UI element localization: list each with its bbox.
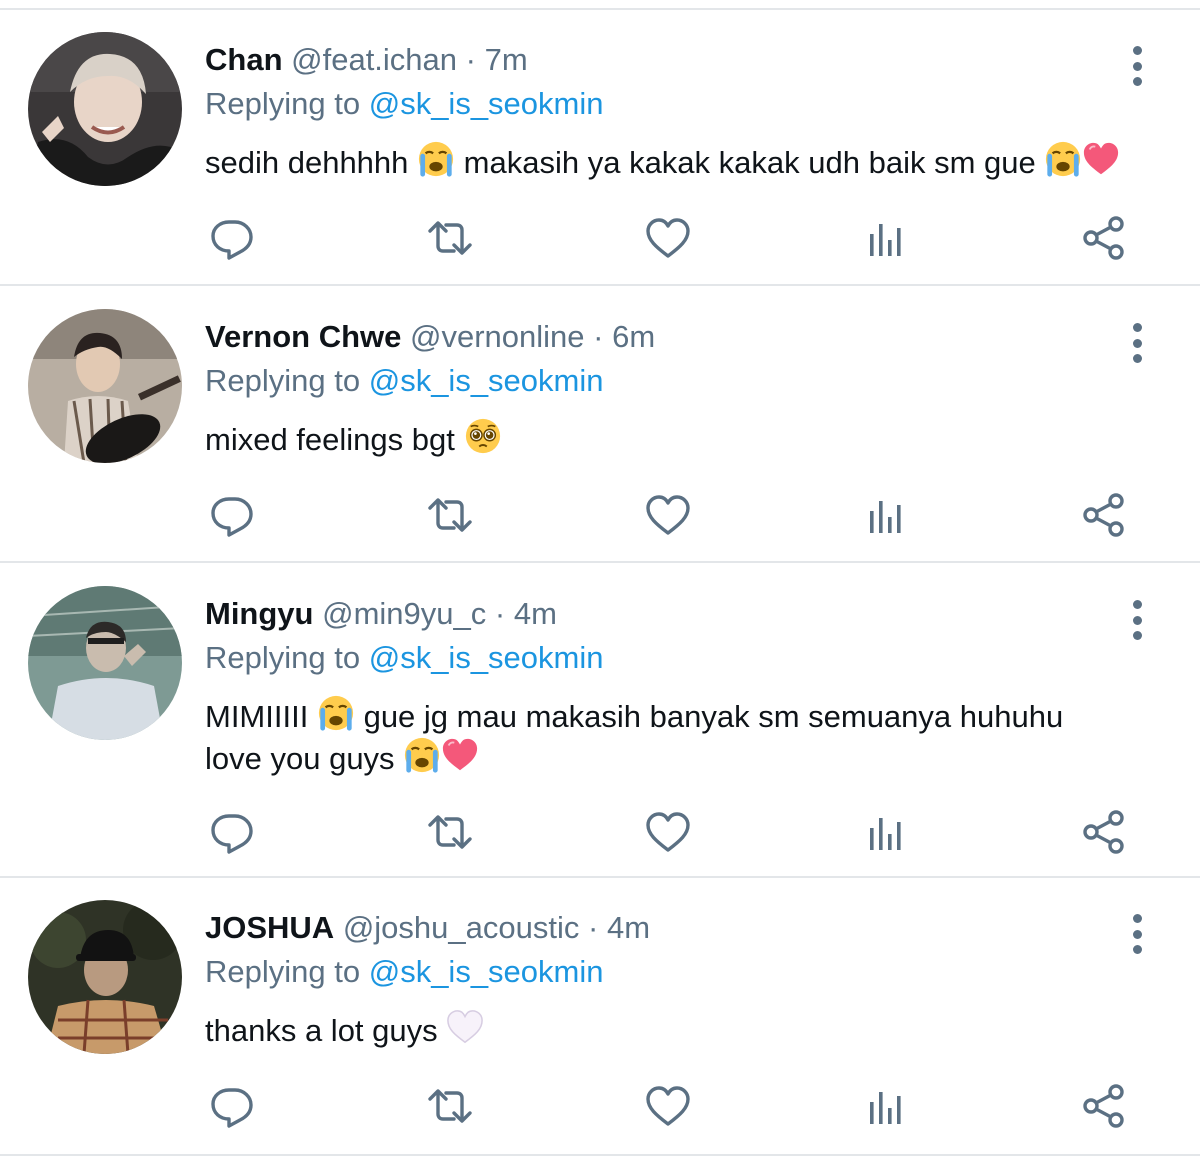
share-icon[interactable] [1080, 808, 1128, 856]
avatar[interactable] [28, 32, 182, 186]
tweet-divider [0, 876, 1200, 878]
top-divider [0, 8, 1200, 10]
retweet-icon[interactable] [426, 1082, 474, 1130]
tweet-text: sedih dehhhhh makasih ya kakak kakak udh… [205, 140, 1165, 182]
tweet-text: MIMIIIII gue jg mau makasih banyak sm se… [205, 694, 1165, 778]
tweet-actions [0, 808, 1200, 856]
user-handle[interactable]: @vernonline [410, 319, 585, 354]
analytics-icon[interactable] [862, 808, 910, 856]
tweet-header: Mingyu @min9yu_c · 4m [205, 594, 557, 634]
share-icon[interactable] [1080, 214, 1128, 262]
tweet-text-part: MIMIIIII [205, 699, 309, 734]
avatar[interactable] [28, 586, 182, 740]
display-name[interactable]: JOSHUA [205, 910, 334, 945]
retweet-icon[interactable] [426, 214, 474, 262]
replying-to: Replying to @sk_is_seokmin [205, 638, 604, 678]
reply-icon[interactable] [208, 491, 256, 539]
tweet-text-part: sedih dehhhhh [205, 145, 409, 180]
replying-to-label: Replying to [205, 954, 361, 989]
replying-to-label: Replying to [205, 86, 361, 121]
tweet-divider [0, 284, 1200, 286]
share-icon[interactable] [1080, 491, 1128, 539]
replying-to-label: Replying to [205, 363, 361, 398]
tweet-divider [0, 561, 1200, 563]
pleading-face-emoji [464, 417, 502, 455]
tweet-actions [0, 1082, 1200, 1130]
timestamp[interactable]: 4m [514, 596, 557, 631]
more-options-icon[interactable] [1122, 46, 1152, 86]
more-options-icon[interactable] [1122, 914, 1152, 954]
user-handle[interactable]: @joshu_acoustic [343, 910, 580, 945]
separator: · [588, 910, 599, 945]
tweet-text-part: mixed feelings bgt [205, 422, 455, 457]
more-options-icon[interactable] [1122, 600, 1152, 640]
tweet-header: Vernon Chwe @vernonline · 6m [205, 317, 655, 357]
separator: · [465, 42, 476, 77]
tweet-text-part: love you guys [205, 741, 395, 776]
tweet-text-part: gue jg mau makasih banyak sm semuanya hu… [363, 699, 1064, 734]
reply-icon[interactable] [208, 1082, 256, 1130]
loudly-crying-face-emoji [417, 140, 455, 178]
retweet-icon[interactable] [426, 491, 474, 539]
tweet-text-part: thanks a lot guys [205, 1013, 438, 1048]
more-options-icon[interactable] [1122, 323, 1152, 363]
tweet-header: JOSHUA @joshu_acoustic · 4m [205, 908, 650, 948]
mention-link[interactable]: @sk_is_seokmin [369, 363, 604, 398]
user-handle[interactable]: @feat.ichan [291, 42, 457, 77]
timestamp[interactable]: 7m [485, 42, 528, 77]
separator: · [494, 596, 506, 631]
tweet-actions [0, 491, 1200, 539]
like-icon[interactable] [644, 1082, 692, 1130]
mention-link[interactable]: @sk_is_seokmin [369, 86, 604, 121]
mention-link[interactable]: @sk_is_seokmin [369, 640, 604, 675]
replying-to: Replying to @sk_is_seokmin [205, 952, 604, 992]
analytics-icon[interactable] [862, 214, 910, 262]
tweet-divider [0, 1154, 1200, 1156]
separator: · [593, 319, 604, 354]
analytics-icon[interactable] [862, 491, 910, 539]
tweet-actions [0, 214, 1200, 262]
white-heart-emoji [446, 1008, 484, 1046]
pink-heart-emoji [441, 736, 479, 774]
analytics-icon[interactable] [862, 1082, 910, 1130]
tweet-text: mixed feelings bgt [205, 417, 1165, 459]
loudly-crying-face-emoji [1044, 140, 1082, 178]
like-icon[interactable] [644, 214, 692, 262]
pink-heart-emoji [1082, 140, 1120, 178]
tweet-header: Chan @feat.ichan · 7m [205, 40, 528, 80]
replying-to: Replying to @sk_is_seokmin [205, 84, 604, 124]
loudly-crying-face-emoji [317, 694, 355, 732]
loudly-crying-face-emoji [403, 736, 441, 774]
retweet-icon[interactable] [426, 808, 474, 856]
timestamp[interactable]: 6m [612, 319, 655, 354]
tweet-text: thanks a lot guys [205, 1008, 1165, 1050]
replying-to: Replying to @sk_is_seokmin [205, 361, 604, 401]
like-icon[interactable] [644, 491, 692, 539]
user-handle[interactable]: @min9yu_c [322, 596, 486, 631]
avatar[interactable] [28, 900, 182, 1054]
display-name[interactable]: Mingyu [205, 596, 314, 631]
tweet-text-part: makasih ya kakak kakak udh baik sm gue [463, 145, 1036, 180]
timestamp[interactable]: 4m [607, 910, 650, 945]
display-name[interactable]: Vernon Chwe [205, 319, 401, 354]
share-icon[interactable] [1080, 1082, 1128, 1130]
like-icon[interactable] [644, 808, 692, 856]
replying-to-label: Replying to [205, 640, 361, 675]
reply-icon[interactable] [208, 214, 256, 262]
reply-icon[interactable] [208, 808, 256, 856]
display-name[interactable]: Chan [205, 42, 283, 77]
avatar[interactable] [28, 309, 182, 463]
mention-link[interactable]: @sk_is_seokmin [369, 954, 604, 989]
